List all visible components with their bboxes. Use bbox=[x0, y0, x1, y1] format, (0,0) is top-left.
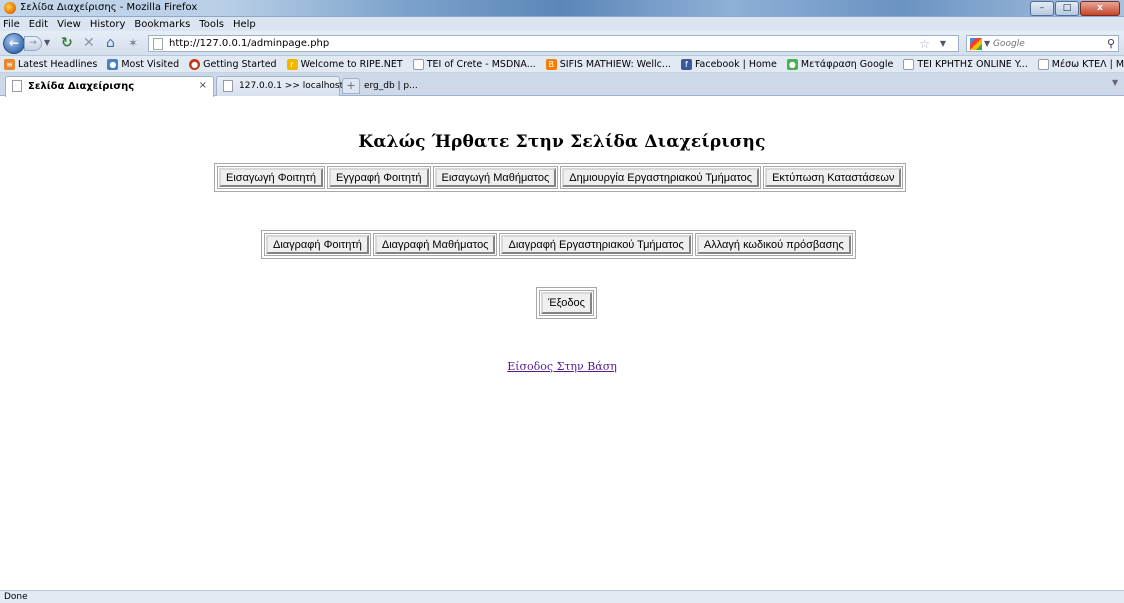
url-dropdown-icon[interactable]: ▼ bbox=[940, 39, 946, 48]
bookmarks-toolbar: ≡ Latest Headlines ● Most Visited ● Getting… bbox=[0, 56, 1124, 73]
search-icon[interactable]: ⚲ bbox=[1107, 37, 1115, 50]
maximize-button[interactable]: □ bbox=[1055, 1, 1079, 16]
most-visited-icon: ● bbox=[107, 58, 119, 70]
bookmark-item[interactable]: Μέσω ΚΤΕΛ | Μέσω Κ... bbox=[1037, 58, 1124, 70]
exit-button[interactable]: Έξοδος bbox=[541, 292, 592, 314]
menu-tools[interactable]: Tools bbox=[199, 19, 224, 30]
page-icon bbox=[223, 80, 233, 92]
blogger-icon: B bbox=[545, 58, 557, 70]
delete-student-button[interactable]: Διαγραφή Φοιτητή bbox=[266, 235, 369, 254]
delete-lab-section-button[interactable]: Διαγραφή Εργαστηριακού Τμήματος bbox=[501, 235, 691, 254]
bookmark-item[interactable]: ● Most Visited bbox=[107, 58, 179, 70]
page-icon bbox=[903, 58, 915, 70]
tab-list-icon[interactable]: ▼ bbox=[1112, 78, 1122, 92]
home-icon[interactable]: ⌂ bbox=[106, 35, 115, 51]
url-text[interactable]: http://127.0.0.1/adminpage.php bbox=[169, 38, 329, 49]
search-engine-dropdown-icon[interactable]: ▼ bbox=[984, 39, 990, 48]
page-title: Καλώς Ήρθατε Στην Σελίδα Διαχείρισης bbox=[358, 132, 766, 152]
insert-course-button[interactable]: Εισαγωγή Μαθήματος bbox=[434, 168, 557, 187]
ripe-icon: r bbox=[286, 58, 298, 70]
bookmark-item[interactable]: TEI of Crete - MSDNA... bbox=[412, 58, 536, 70]
rss-icon: ≡ bbox=[4, 58, 15, 70]
bookmark-item[interactable]: ● Μετάφραση Google bbox=[786, 58, 893, 70]
menu-view[interactable]: View bbox=[57, 19, 81, 30]
page-icon bbox=[1037, 58, 1049, 70]
page-icon bbox=[153, 38, 163, 50]
google-translate-icon: ● bbox=[786, 58, 798, 70]
tab-phpmyadmin[interactable]: 127.0.0.1 >> localhost >> erg_db | p... bbox=[216, 76, 418, 96]
delete-course-button[interactable]: Διαγραφή Μαθήματος bbox=[374, 235, 496, 254]
google-icon[interactable] bbox=[970, 38, 982, 50]
create-lab-section-button[interactable]: Δημιουργία Εργαστηριακού Τμήματος bbox=[562, 168, 760, 187]
facebook-icon: f bbox=[680, 58, 692, 70]
menu-bar: File Edit View History Bookmarks Tools H… bbox=[0, 17, 1124, 31]
tab-admin-page[interactable]: Σελίδα Διαχείρισης × bbox=[5, 76, 214, 97]
database-link[interactable]: Είσοδος Στην Βάση bbox=[507, 360, 617, 373]
page-icon bbox=[412, 58, 424, 70]
bookmark-item[interactable]: ● Getting Started bbox=[189, 58, 277, 70]
window-titlebar: Σελίδα Διαχείρισης - Mozilla Firefox – □… bbox=[0, 0, 1124, 17]
status-text: Done bbox=[4, 592, 28, 602]
forward-button[interactable]: → bbox=[24, 36, 42, 51]
bookmark-star-icon[interactable]: ☆ bbox=[919, 37, 930, 51]
close-window-button[interactable]: x bbox=[1080, 1, 1120, 16]
navigation-toolbar: ← → ▼ ↻ ✕ ⌂ ✶ http://127.0.0.1/adminpage… bbox=[0, 31, 1124, 56]
page-icon bbox=[12, 80, 22, 92]
menu-help[interactable]: Help bbox=[233, 19, 256, 30]
url-bar[interactable]: http://127.0.0.1/adminpage.php ☆ ▼ bbox=[148, 35, 959, 52]
admin-actions-row-2: Διαγραφή Φοιτητή Διαγραφή Μαθήματος Διαγ… bbox=[261, 230, 856, 259]
close-tab-icon[interactable]: × bbox=[199, 80, 207, 91]
page-content: Καλώς Ήρθατε Στην Σελίδα Διαχείρισης Εισ… bbox=[0, 97, 1124, 590]
new-tab-button[interactable]: + bbox=[342, 78, 360, 94]
addon-icon[interactable]: ✶ bbox=[128, 35, 138, 51]
bookmark-item[interactable]: B SIFIS MATHIEW: Wellc... bbox=[545, 58, 671, 70]
status-bar: Done bbox=[0, 590, 1124, 603]
tab-label: Σελίδα Διαχείρισης bbox=[28, 81, 135, 92]
change-password-button[interactable]: Αλλαγή κωδικού πρόσβασης bbox=[696, 235, 851, 254]
history-dropdown-icon[interactable]: ▼ bbox=[44, 38, 50, 47]
menu-history[interactable]: History bbox=[90, 19, 126, 30]
search-input[interactable] bbox=[993, 37, 1101, 50]
back-button[interactable]: ← bbox=[3, 33, 25, 54]
bookmark-item[interactable]: r Welcome to RIPE.NET bbox=[286, 58, 403, 70]
minimize-button[interactable]: – bbox=[1030, 1, 1054, 16]
stop-icon[interactable]: ✕ bbox=[83, 35, 95, 51]
tab-label: 127.0.0.1 >> localhost >> erg_db | p... bbox=[239, 81, 418, 91]
window-controls: – □ x bbox=[1029, 1, 1120, 16]
firefox-icon: ● bbox=[189, 58, 201, 70]
menu-bookmarks[interactable]: Bookmarks bbox=[134, 19, 190, 30]
search-bar[interactable]: ▼ ⚲ bbox=[966, 35, 1119, 52]
menu-file[interactable]: File bbox=[3, 19, 20, 30]
bookmark-item[interactable]: ≡ Latest Headlines bbox=[4, 58, 97, 70]
tab-strip: Σελίδα Διαχείρισης × 127.0.0.1 >> localh… bbox=[0, 73, 1124, 97]
exit-container: Έξοδος bbox=[536, 287, 597, 319]
firefox-icon bbox=[4, 2, 16, 14]
bookmark-item[interactable]: f Facebook | Home bbox=[680, 58, 777, 70]
menu-edit[interactable]: Edit bbox=[29, 19, 48, 30]
reload-icon[interactable]: ↻ bbox=[61, 35, 73, 51]
bookmark-item[interactable]: TEI ΚΡΗΤΗΣ ONLINE Y... bbox=[903, 58, 1028, 70]
admin-actions-row-1: Εισαγωγή Φοιτητή Εγγραφή Φοιτητή Εισαγωγ… bbox=[214, 163, 907, 192]
print-reports-button[interactable]: Εκτύπωση Καταστάσεων bbox=[765, 168, 902, 187]
insert-student-button[interactable]: Εισαγωγή Φοιτητή bbox=[219, 168, 323, 187]
window-title: Σελίδα Διαχείρισης - Mozilla Firefox bbox=[20, 2, 198, 13]
database-link-container: Είσοδος Στην Βάση bbox=[0, 360, 1124, 373]
register-student-button[interactable]: Εγγραφή Φοιτητή bbox=[328, 168, 429, 187]
